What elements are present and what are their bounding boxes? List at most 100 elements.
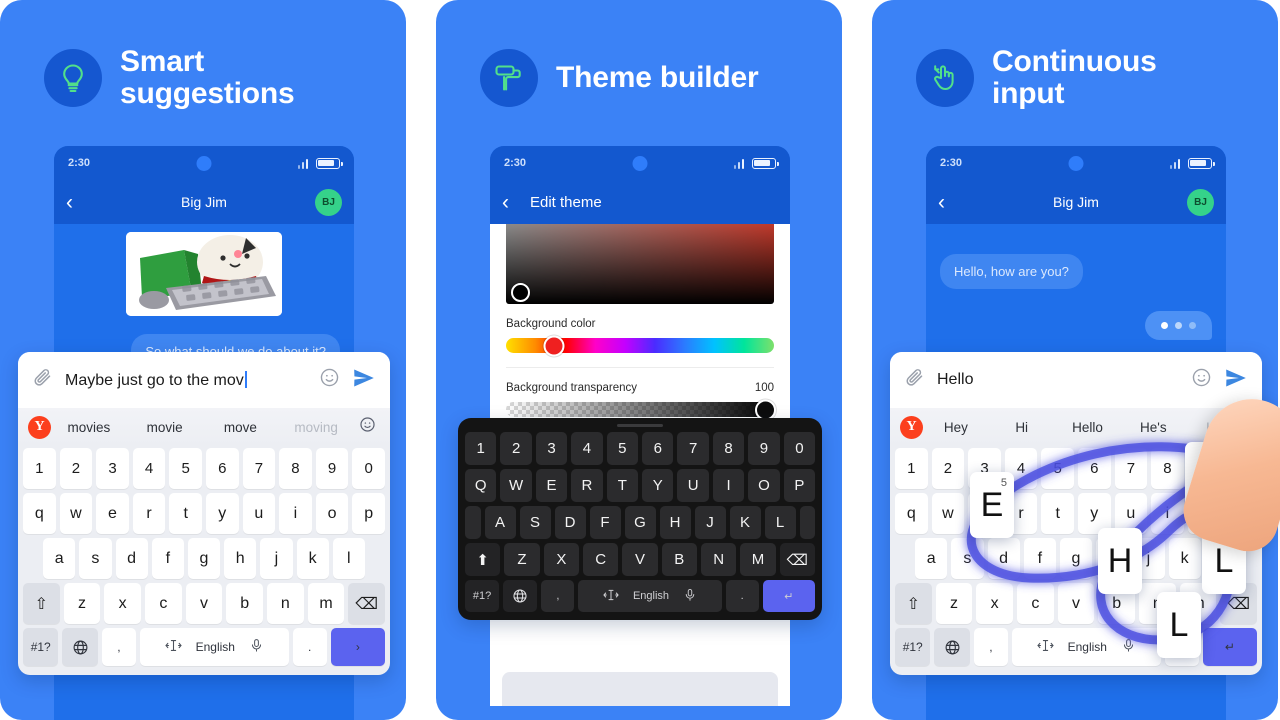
hue-slider[interactable] — [506, 335, 774, 356]
key[interactable]: b — [226, 583, 264, 624]
key[interactable]: r — [132, 493, 166, 534]
key[interactable]: a — [915, 538, 948, 579]
enter-key[interactable]: ↵ — [762, 580, 816, 612]
smiley-icon[interactable] — [319, 367, 340, 393]
message-input-bar[interactable]: Maybe just go to the mov — [18, 352, 390, 408]
key[interactable]: 8 — [712, 432, 745, 465]
avatar[interactable]: BJ — [1187, 188, 1214, 216]
key[interactable]: w — [931, 493, 965, 534]
send-icon[interactable] — [352, 366, 376, 395]
key[interactable]: Z — [504, 543, 540, 576]
key[interactable]: 8 — [1151, 448, 1184, 489]
key[interactable]: E — [535, 469, 568, 502]
send-icon[interactable] — [1224, 366, 1248, 395]
key[interactable]: 1 — [465, 432, 497, 465]
key[interactable]: k — [296, 538, 329, 579]
key[interactable]: f — [1023, 538, 1056, 579]
suggestion-item[interactable]: Hello — [1055, 420, 1121, 435]
back-button[interactable]: ‹ — [502, 192, 526, 213]
message-text[interactable]: Maybe just go to the mov — [65, 370, 307, 390]
key[interactable]: j — [260, 538, 293, 579]
comma-key[interactable]: , — [101, 628, 137, 666]
key[interactable]: b — [1098, 583, 1136, 624]
key[interactable]: x — [104, 583, 142, 624]
key[interactable]: 0 — [352, 448, 385, 489]
key[interactable]: q — [23, 493, 56, 534]
key[interactable]: 1 — [23, 448, 56, 489]
key[interactable]: v — [1057, 583, 1095, 624]
yandex-logo-icon[interactable]: Y — [900, 415, 923, 439]
globe-icon[interactable] — [62, 628, 98, 666]
suggestion-item[interactable]: move — [203, 420, 279, 435]
shift-key[interactable]: ⇧ — [23, 583, 60, 624]
key[interactable]: P — [783, 469, 816, 502]
key[interactable]: L — [764, 506, 796, 539]
key[interactable]: 9 — [1187, 448, 1221, 489]
key[interactable]: 3 — [535, 432, 568, 465]
comma-key[interactable]: , — [973, 628, 1009, 666]
key[interactable]: 6 — [205, 448, 239, 489]
key[interactable]: J — [694, 506, 726, 539]
paperclip-icon[interactable] — [32, 367, 53, 393]
key[interactable]: u — [1114, 493, 1148, 534]
hue-knob[interactable] — [543, 335, 565, 356]
key[interactable]: 3 — [96, 448, 129, 489]
key[interactable]: z — [935, 583, 973, 624]
key[interactable]: 1 — [895, 448, 928, 489]
key[interactable]: x — [976, 583, 1014, 624]
key[interactable]: T — [606, 469, 639, 502]
key[interactable]: 7 — [677, 432, 709, 465]
key[interactable]: r — [1004, 493, 1038, 534]
key[interactable]: G — [624, 506, 656, 539]
back-button[interactable]: ‹ — [938, 192, 962, 213]
backspace-key[interactable]: ⌫ — [1220, 583, 1258, 624]
key[interactable]: M — [740, 543, 776, 576]
suggestion-item[interactable]: He's — [1120, 420, 1186, 435]
alpha-slider[interactable] — [506, 399, 776, 420]
symbols-key[interactable]: #1? — [23, 628, 59, 666]
key[interactable]: s — [79, 538, 112, 579]
period-key[interactable]: . — [292, 628, 327, 666]
key[interactable]: 9 — [315, 448, 349, 489]
key[interactable]: 0 — [1224, 448, 1257, 489]
key[interactable]: a — [43, 538, 76, 579]
key[interactable]: 4 — [1004, 448, 1038, 489]
key[interactable]: e — [968, 493, 1001, 534]
suggestion-item[interactable]: He'll — [1186, 420, 1252, 435]
symbols-key[interactable]: #1? — [465, 580, 500, 612]
key[interactable]: N — [700, 543, 737, 576]
key[interactable]: 4 — [571, 432, 603, 465]
key[interactable]: H — [659, 506, 691, 539]
symbols-key[interactable]: #1? — [895, 628, 931, 666]
suggestion-item[interactable]: movies — [51, 420, 127, 435]
key[interactable]: 6 — [642, 432, 674, 465]
mic-icon[interactable] — [683, 587, 697, 606]
key[interactable]: 2 — [59, 448, 93, 489]
key[interactable]: S — [519, 506, 551, 539]
key[interactable]: i — [279, 493, 312, 534]
key[interactable]: d — [115, 538, 148, 579]
key[interactable]: q — [895, 493, 928, 534]
key[interactable]: A — [484, 506, 516, 539]
key[interactable]: I — [712, 469, 745, 502]
saturation-value-gradient[interactable] — [506, 224, 774, 304]
key[interactable]: h — [1096, 538, 1129, 579]
drag-handle[interactable] — [617, 424, 663, 427]
key[interactable]: Q — [465, 469, 497, 502]
suggestion-item[interactable]: Hi — [989, 420, 1055, 435]
key[interactable]: z — [63, 583, 101, 624]
key[interactable]: U — [677, 469, 709, 502]
globe-icon[interactable] — [503, 580, 538, 612]
yandex-logo-icon[interactable]: Y — [28, 415, 51, 439]
key[interactable]: f — [151, 538, 184, 579]
key[interactable]: p — [352, 493, 385, 534]
key[interactable]: 5 — [1041, 448, 1074, 489]
backspace-key[interactable]: ⌫ — [348, 583, 386, 624]
key[interactable]: F — [589, 506, 621, 539]
key[interactable]: D — [554, 506, 586, 539]
key[interactable]: o — [315, 493, 349, 534]
key[interactable]: 9 — [748, 432, 780, 465]
space-key[interactable]: English — [578, 580, 722, 612]
key[interactable]: h — [224, 538, 257, 579]
suggestion-item[interactable]: movie — [127, 420, 203, 435]
